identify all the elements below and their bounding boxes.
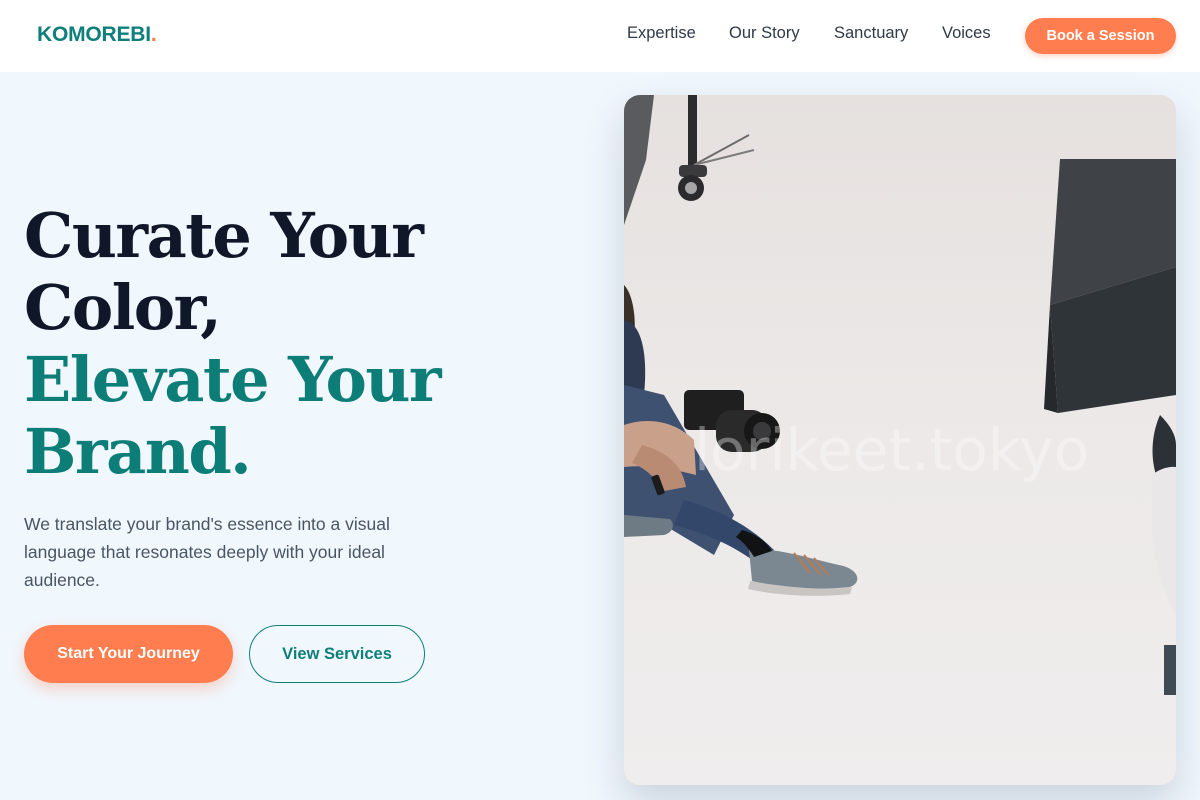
hero-headline: Curate Your Color, Elevate Your Brand.: [24, 200, 544, 488]
black-cube-prop: [1044, 159, 1176, 413]
hero-photo: lorikeet.tokyo: [624, 95, 1176, 785]
start-journey-button[interactable]: Start Your Journey: [24, 625, 233, 683]
nav-link-our-story[interactable]: Our Story: [729, 24, 800, 43]
headline-line-2: Color,: [24, 271, 222, 344]
nav-link-voices[interactable]: Voices: [942, 24, 991, 43]
brand-name: KOMOREBI: [37, 23, 151, 46]
nav-link-sanctuary[interactable]: Sanctuary: [834, 24, 908, 43]
brand-logo[interactable]: KOMOREBI.: [37, 23, 157, 47]
image-watermark: lorikeet.tokyo: [694, 416, 1089, 484]
top-navigation-bar: KOMOREBI. Expertise Our Story Sanctuary …: [0, 0, 1200, 72]
book-session-button[interactable]: Book a Session: [1025, 18, 1176, 54]
view-services-button[interactable]: View Services: [249, 625, 425, 683]
headline-line-4: Brand.: [24, 415, 252, 488]
hero-description: We translate your brand's essence into a…: [24, 514, 390, 590]
headline-line-3: Elevate Your: [24, 343, 442, 416]
brand-dot: .: [150, 23, 157, 46]
nav-link-expertise[interactable]: Expertise: [627, 24, 696, 43]
headline-line-1: Curate Your: [24, 199, 424, 272]
